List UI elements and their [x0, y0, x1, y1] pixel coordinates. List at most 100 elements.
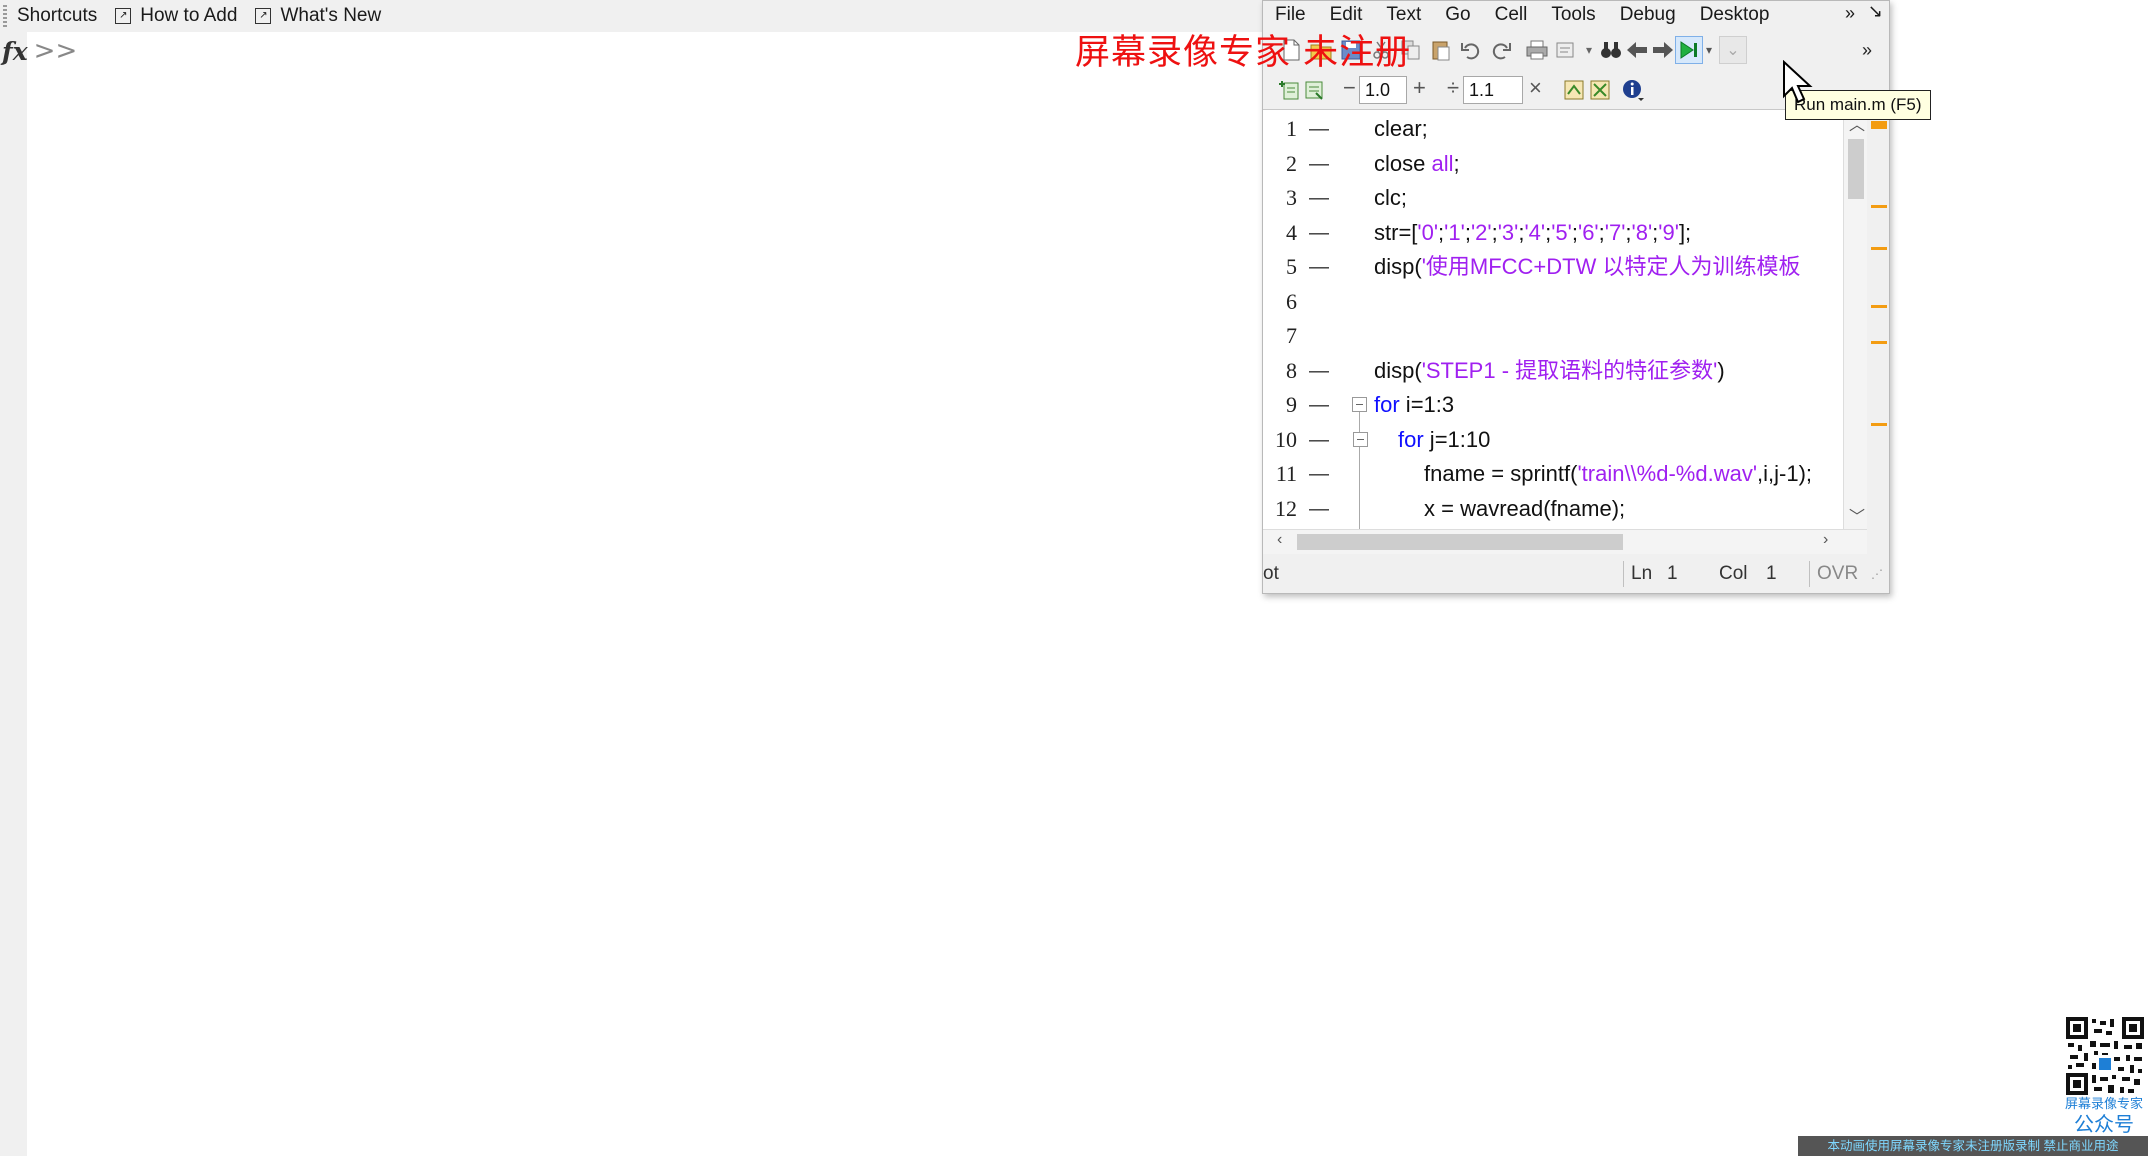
code-line[interactable]: 12 — x = wavread(fname);	[1263, 492, 1823, 526]
breakpoint-marker[interactable]: —	[1309, 250, 1329, 284]
code-token: clear;	[1374, 116, 1428, 141]
menu-text[interactable]: Text	[1374, 4, 1433, 26]
code-line[interactable]: 11 — fname = sprintf('train\\%d-%d.wav',i,…	[1263, 457, 1823, 491]
menu-edit[interactable]: Edit	[1318, 4, 1375, 26]
shortcuts-toolbar: Shortcuts ↗ How to Add ↗ What's New	[0, 0, 1262, 32]
stack-dropdown[interactable]: ⌄	[1719, 36, 1747, 64]
warning-marker[interactable]	[1871, 305, 1887, 308]
code-line[interactable]: 8 — disp('STEP1 - 提取语料的特征参数')	[1263, 354, 1823, 388]
fold-toggle-icon[interactable]	[1352, 397, 1367, 412]
menu-file[interactable]: File	[1263, 4, 1318, 26]
code-text: for j=1:10	[1398, 423, 1490, 457]
menu-overflow-button[interactable]: »	[1845, 3, 1855, 24]
line-number: 3	[1286, 185, 1297, 210]
divide-button[interactable]: ÷	[1447, 75, 1459, 101]
command-chevron: >>	[33, 36, 78, 66]
breakpoint-marker[interactable]: —	[1309, 492, 1329, 526]
undock-icon[interactable]: ↘	[1868, 1, 1883, 22]
code-token: fname = sprintf(	[1424, 461, 1578, 486]
forward-arrow-icon[interactable]	[1649, 36, 1677, 64]
breakpoint-marker[interactable]: —	[1309, 388, 1329, 422]
breakpoint-marker[interactable]: —	[1309, 181, 1329, 215]
code-line[interactable]: 10 — for j=1:10	[1263, 423, 1823, 457]
eval-cell-icon[interactable]	[1587, 76, 1615, 104]
toolbar-grip-icon[interactable]	[3, 5, 7, 27]
code-token: close	[1374, 150, 1432, 176]
code-line[interactable]: 5 — disp('使用MFCC+DTW 以特定人为训练模板	[1263, 250, 1823, 284]
code-line[interactable]: 9 — for i=1:3	[1263, 388, 1823, 422]
breakpoint-marker[interactable]: —	[1309, 457, 1329, 491]
menu-cell[interactable]: Cell	[1483, 4, 1540, 26]
print-icon[interactable]	[1523, 36, 1551, 64]
menu-tools[interactable]: Tools	[1539, 4, 1607, 26]
code-text: disp('STEP1 - 提取语料的特征参数')	[1374, 354, 1725, 388]
run-dropdown-icon[interactable]: ▾	[1701, 36, 1717, 64]
warning-marker[interactable]	[1871, 423, 1887, 426]
status-marker[interactable]	[1871, 121, 1887, 129]
string-token: '3'	[1497, 219, 1519, 245]
code-line[interactable]: 4 — str=['0';'1';'2';'3';'4';'5';'6';'7';'…	[1263, 216, 1823, 250]
warning-marker[interactable]	[1871, 205, 1887, 208]
redo-icon[interactable]	[1487, 36, 1515, 64]
line-number: 10	[1275, 426, 1297, 452]
breakpoint-marker[interactable]: —	[1309, 216, 1329, 250]
horizontal-scrollbar[interactable]: ‹ ›	[1263, 529, 1867, 554]
code-text: disp('使用MFCC+DTW 以特定人为训练模板	[1374, 250, 1800, 284]
function-browser-icon[interactable]: fx	[2, 37, 28, 66]
eval-advance-icon[interactable]	[1561, 76, 1589, 104]
scroll-down-icon[interactable]: ﹀	[1849, 503, 1865, 527]
horizontal-scroll-thumb[interactable]	[1297, 534, 1623, 550]
code-line[interactable]: 7	[1263, 319, 1823, 353]
cell-value-input-2[interactable]: 1.1	[1463, 76, 1523, 104]
code-line[interactable]: 6	[1263, 285, 1823, 319]
warning-marker[interactable]	[1871, 341, 1887, 344]
breakpoint-marker[interactable]: —	[1309, 354, 1329, 388]
fold-toggle-icon[interactable]	[1353, 431, 1368, 447]
code-text: clc;	[1374, 181, 1407, 215]
vertical-scrollbar[interactable]: ︿ ﹀	[1843, 109, 1868, 529]
scroll-left-icon[interactable]: ‹	[1277, 531, 1282, 549]
info-icon[interactable]	[1619, 76, 1647, 104]
code-text: for i=1:3	[1374, 388, 1454, 422]
string-token: all	[1431, 150, 1454, 176]
qr-caption-official-account: 公众号	[2074, 1114, 2134, 1136]
toolbar-overflow-icon[interactable]: »	[1853, 36, 1881, 64]
code-line[interactable]: 3 — clc;	[1263, 181, 1823, 215]
code-token: disp(	[1374, 254, 1422, 279]
code-line[interactable]: 2 — close all;	[1263, 147, 1823, 181]
code-text: close all;	[1374, 147, 1460, 181]
evaluate-cell-icon[interactable]	[1301, 76, 1329, 104]
code-text: fname = sprintf('train\\%d-%d.wav',i,j-1…	[1424, 457, 1812, 491]
scroll-right-icon[interactable]: ›	[1823, 531, 1828, 549]
shortcut-shortcuts[interactable]: Shortcuts	[17, 5, 97, 27]
breakpoint-marker[interactable]: —	[1309, 147, 1329, 181]
find-binoculars-icon[interactable]	[1597, 36, 1625, 64]
shortcut-whats-new[interactable]: ↗ What's New	[255, 5, 381, 27]
decrement-button[interactable]: −	[1343, 75, 1356, 101]
code-line[interactable]: 1 — clear;	[1263, 112, 1823, 146]
resize-grip-icon[interactable]: ⋰	[1871, 567, 1883, 581]
insert-cell-icon[interactable]	[1275, 76, 1303, 104]
code-editor[interactable]: 1 — clear; 2 — close all; 3 — clc; 4— str=['0';'1'…	[1263, 109, 1843, 530]
string-token: 'train\\%d-%d.wav'	[1577, 461, 1758, 486]
cell-value-input-1[interactable]: 1.0	[1359, 76, 1407, 104]
vertical-scroll-thumb[interactable]	[1848, 139, 1864, 199]
paste-icon[interactable]	[1427, 36, 1455, 64]
shortcut-how-to-add[interactable]: ↗ How to Add	[115, 5, 237, 27]
run-button[interactable]	[1675, 36, 1703, 64]
back-arrow-icon[interactable]	[1623, 36, 1651, 64]
breakpoint-marker[interactable]: —	[1309, 423, 1329, 457]
undo-icon[interactable]	[1457, 36, 1485, 64]
line-number: 2	[1286, 150, 1297, 176]
menu-go[interactable]: Go	[1433, 4, 1482, 26]
menu-desktop[interactable]: Desktop	[1688, 4, 1782, 26]
menu-debug[interactable]: Debug	[1608, 4, 1688, 26]
increment-button[interactable]: +	[1413, 75, 1426, 101]
multiply-button[interactable]: ×	[1529, 75, 1542, 101]
code-token: )	[1717, 357, 1725, 383]
line-number: 1	[1286, 116, 1297, 141]
command-prompt[interactable]: fx >>	[2, 36, 77, 66]
breakpoint-marker[interactable]: —	[1309, 112, 1329, 146]
warning-marker[interactable]	[1871, 247, 1887, 250]
message-bar[interactable]	[1867, 109, 1889, 529]
